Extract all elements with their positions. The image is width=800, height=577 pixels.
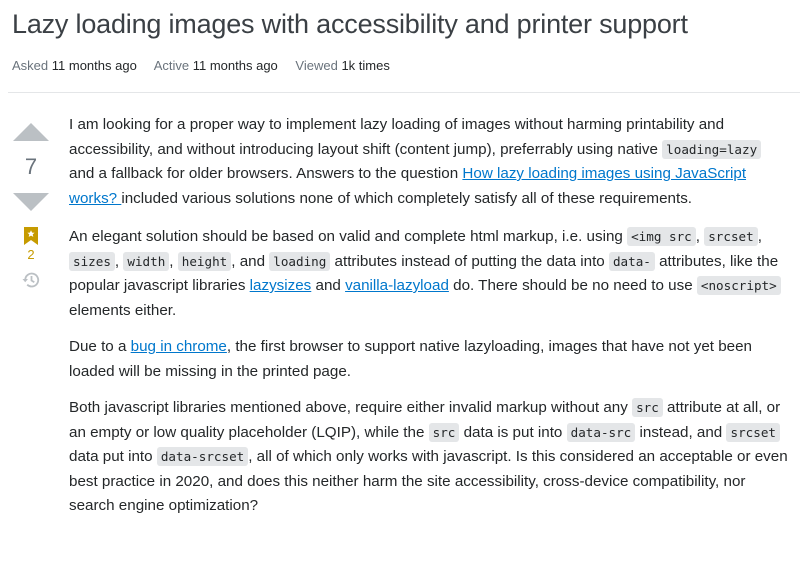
vote-count: 7 [24, 154, 38, 179]
asked-value: 11 months ago [51, 58, 137, 73]
header-divider [8, 92, 800, 93]
downvote-icon[interactable] [13, 193, 49, 211]
paragraph-1: I am looking for a proper way to impleme… [69, 113, 789, 211]
code-snippet: data-src [566, 422, 636, 442]
viewed-label: Viewed [295, 58, 338, 73]
code-snippet: loading=lazy [662, 139, 762, 159]
bookmark-count: 2 [27, 247, 35, 262]
link-lazysizes[interactable]: lazysizes [250, 277, 312, 294]
paragraph-3: Due to a bug in chrome, the first browse… [69, 338, 753, 380]
code-snippet: data-srcset [156, 447, 249, 466]
code-snippet: srcset [726, 422, 780, 442]
code-snippet: loading [269, 251, 331, 271]
active-value[interactable]: 11 months ago [193, 58, 278, 73]
code-snippet: width [123, 251, 170, 271]
code-snippet: sizes [69, 251, 115, 271]
code-snippet: srcset [704, 227, 758, 246]
paragraph-2: An elegant solution should be based on v… [69, 225, 789, 323]
code-snippet: <noscript> [696, 276, 781, 295]
link-bug-in-chrome[interactable]: bug in chrome [131, 338, 227, 355]
active-label: Active [153, 58, 190, 73]
code-snippet: data- [608, 251, 655, 271]
asked-label: Asked [12, 58, 49, 73]
link-vanilla-lazyload[interactable]: vanilla-lazyload [345, 277, 449, 294]
upvote-icon[interactable] [13, 123, 49, 141]
viewed-value: 1k times [341, 58, 390, 73]
vote-cell: 7 2 [0, 118, 62, 290]
paragraph-4: Both javascript libraries mentioned abov… [69, 398, 788, 514]
question-title[interactable]: Lazy loading images with accessibility a… [12, 9, 688, 40]
question-meta: Asked 11 months ago Active 11 months ago… [12, 58, 404, 73]
question-body: I am looking for a proper way to impleme… [69, 113, 789, 531]
history-icon[interactable] [21, 270, 41, 290]
code-snippet: src [632, 398, 663, 417]
code-snippet: <img src [627, 227, 696, 246]
code-snippet: height [177, 251, 232, 271]
bookmark-icon[interactable] [24, 227, 38, 245]
code-snippet: src [428, 422, 460, 442]
